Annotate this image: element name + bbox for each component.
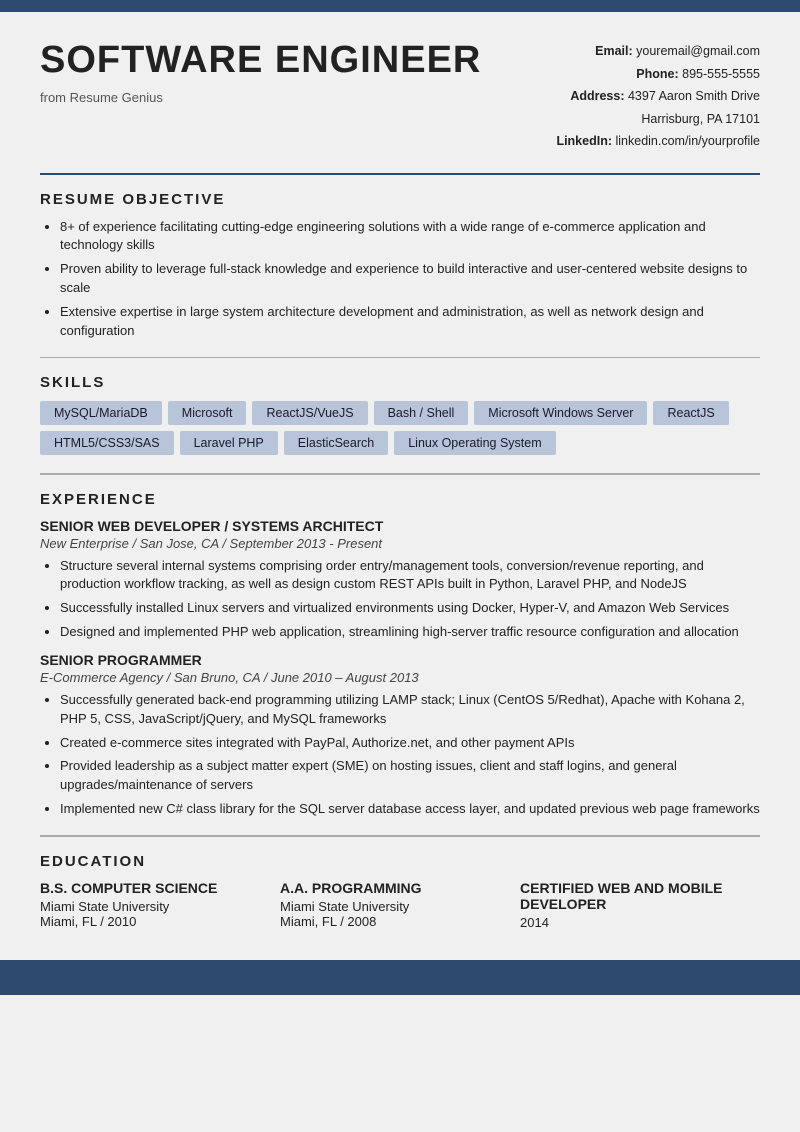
edu-year-1: Miami, FL / 2008	[280, 914, 520, 929]
job-bullets-0: Structure several internal systems compr…	[40, 557, 760, 642]
objective-bullet-3: Extensive expertise in large system arch…	[60, 303, 760, 341]
skill-badge-9: Linux Operating System	[394, 431, 555, 455]
job-1-bullet-0: Successfully generated back-end programm…	[60, 691, 760, 729]
experience-title: EXPERIENCE	[40, 491, 760, 508]
objective-bullet-1: 8+ of experience facilitating cutting-ed…	[60, 218, 760, 256]
bottom-accent-bar	[0, 960, 800, 995]
email-label: Email:	[595, 44, 633, 58]
edu-degree-1: A.A. PROGRAMMING	[280, 880, 520, 896]
skill-badge-6: HTML5/CSS3/SAS	[40, 431, 174, 455]
job-0-bullet-0: Structure several internal systems compr…	[60, 557, 760, 595]
edu-degree-0: B.S. COMPUTER SCIENCE	[40, 880, 280, 896]
skills-title: SKILLS	[40, 374, 760, 391]
education-grid: B.S. COMPUTER SCIENCE Miami State Univer…	[40, 880, 760, 930]
edu-school-1: Miami State University	[280, 899, 520, 914]
skill-badge-1: Microsoft	[168, 401, 247, 425]
address-value2: Harrisburg, PA 17101	[641, 112, 760, 126]
objective-bullets: 8+ of experience facilitating cutting-ed…	[40, 218, 760, 341]
edu-school-0: Miami State University	[40, 899, 280, 914]
email-value: youremail@gmail.com	[636, 44, 760, 58]
objective-title: RESUME OBJECTIVE	[40, 191, 760, 208]
job-1-bullet-1: Created e-commerce sites integrated with…	[60, 734, 760, 753]
from-label: from Resume Genius	[40, 90, 540, 105]
linkedin-value: linkedin.com/in/yourprofile	[615, 134, 760, 148]
job-bullets-1: Successfully generated back-end programm…	[40, 691, 760, 819]
job-meta-0: New Enterprise / San Jose, CA / Septembe…	[40, 536, 760, 551]
resume-page: SOFTWARE ENGINEER from Resume Genius Ema…	[0, 0, 800, 1132]
address-line: Address: 4397 Aaron Smith Drive Harrisbu…	[540, 85, 760, 130]
address-label: Address:	[570, 89, 624, 103]
edu-col-2: CERTIFIED WEB AND MOBILE DEVELOPER 2014	[520, 880, 760, 930]
edu-col-1: A.A. PROGRAMMING Miami State University …	[280, 880, 520, 930]
job-1-bullet-3: Implemented new C# class library for the…	[60, 800, 760, 819]
skill-badge-3: Bash / Shell	[374, 401, 469, 425]
job-title-0: SENIOR WEB DEVELOPER / SYSTEMS ARCHITECT	[40, 518, 760, 534]
linkedin-line: LinkedIn: linkedin.com/in/yourprofile	[540, 130, 760, 153]
address-value1: 4397 Aaron Smith Drive	[628, 89, 760, 103]
experience-section: EXPERIENCE SENIOR WEB DEVELOPER / SYSTEM…	[0, 475, 800, 835]
skills-grid: MySQL/MariaDB Microsoft ReactJS/VueJS Ba…	[40, 401, 760, 455]
skill-badge-2: ReactJS/VueJS	[252, 401, 367, 425]
skill-badge-4: Microsoft Windows Server	[474, 401, 647, 425]
edu-degree-2: CERTIFIED WEB AND MOBILE DEVELOPER	[520, 880, 760, 912]
job-0-bullet-1: Successfully installed Linux servers and…	[60, 599, 760, 618]
contact-info: Email: youremail@gmail.com Phone: 895-55…	[540, 40, 760, 153]
skills-section: SKILLS MySQL/MariaDB Microsoft ReactJS/V…	[0, 358, 800, 473]
header-left: SOFTWARE ENGINEER from Resume Genius	[40, 40, 540, 153]
phone-label: Phone:	[636, 67, 678, 81]
skill-badge-7: Laravel PHP	[180, 431, 278, 455]
objective-section: RESUME OBJECTIVE 8+ of experience facili…	[0, 175, 800, 357]
skill-badge-8: ElasticSearch	[284, 431, 388, 455]
education-title: EDUCATION	[40, 853, 760, 870]
top-accent-bar	[0, 0, 800, 12]
objective-bullet-2: Proven ability to leverage full-stack kn…	[60, 260, 760, 298]
linkedin-label: LinkedIn:	[556, 134, 612, 148]
edu-year-0: Miami, FL / 2010	[40, 914, 280, 929]
skill-badge-0: MySQL/MariaDB	[40, 401, 162, 425]
job-title-1: SENIOR PROGRAMMER	[40, 652, 760, 668]
phone-value: 895-555-5555	[682, 67, 760, 81]
email-line: Email: youremail@gmail.com	[540, 40, 760, 63]
edu-year-2: 2014	[520, 915, 760, 930]
skill-badge-5: ReactJS	[653, 401, 728, 425]
job-1-bullet-2: Provided leadership as a subject matter …	[60, 757, 760, 795]
education-section: EDUCATION B.S. COMPUTER SCIENCE Miami St…	[0, 837, 800, 940]
phone-line: Phone: 895-555-5555	[540, 63, 760, 86]
job-meta-1: E-Commerce Agency / San Bruno, CA / June…	[40, 670, 760, 685]
header-section: SOFTWARE ENGINEER from Resume Genius Ema…	[0, 12, 800, 173]
edu-col-0: B.S. COMPUTER SCIENCE Miami State Univer…	[40, 880, 280, 930]
job-0-bullet-2: Designed and implemented PHP web applica…	[60, 623, 760, 642]
resume-title: SOFTWARE ENGINEER	[40, 40, 540, 82]
